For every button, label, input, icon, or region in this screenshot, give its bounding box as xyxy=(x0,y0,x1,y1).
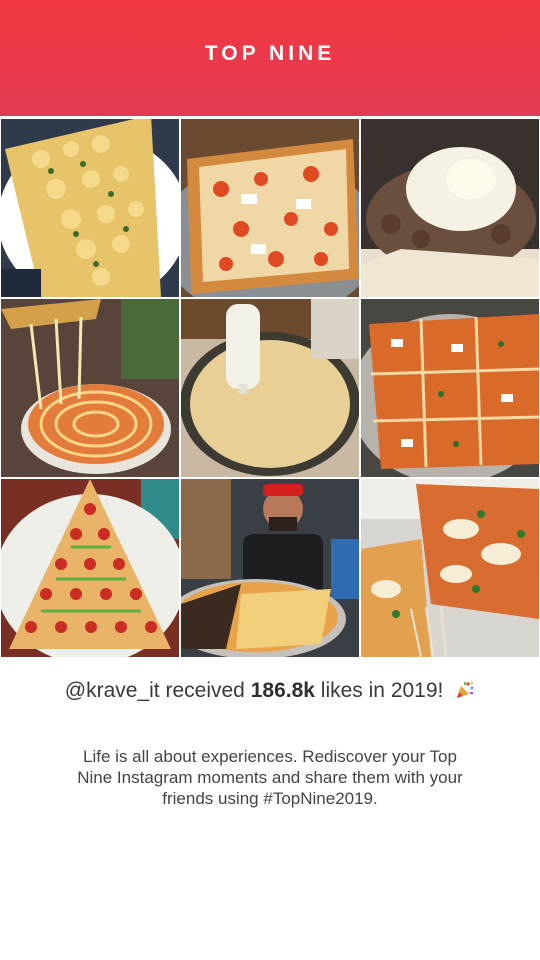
grid-photo-6[interactable] xyxy=(361,299,539,477)
top-nine-header: TOP NINE xyxy=(0,0,540,116)
grid-photo-1[interactable] xyxy=(1,119,179,297)
party-popper-icon xyxy=(455,680,475,706)
username: @krave_it xyxy=(64,679,160,702)
grid-photo-2[interactable] xyxy=(181,119,359,297)
grid-photo-8[interactable] xyxy=(181,479,359,657)
received-text: received xyxy=(165,679,245,702)
grid-photo-9[interactable] xyxy=(361,479,539,657)
grid-photo-4[interactable] xyxy=(1,299,179,477)
grid-photo-5[interactable] xyxy=(181,299,359,477)
grid-photo-3[interactable] xyxy=(361,119,539,297)
likes-count: 186.8k xyxy=(250,679,315,702)
likes-summary: @krave_it received 186.8k likes in 2019! xyxy=(0,679,540,706)
photo-grid xyxy=(0,116,540,657)
description-text: Life is all about experiences. Rediscove… xyxy=(77,747,463,808)
grid-photo-7[interactable] xyxy=(1,479,179,657)
header-title: TOP NINE xyxy=(204,42,336,65)
likes-suffix: likes in 2019! xyxy=(320,679,444,702)
